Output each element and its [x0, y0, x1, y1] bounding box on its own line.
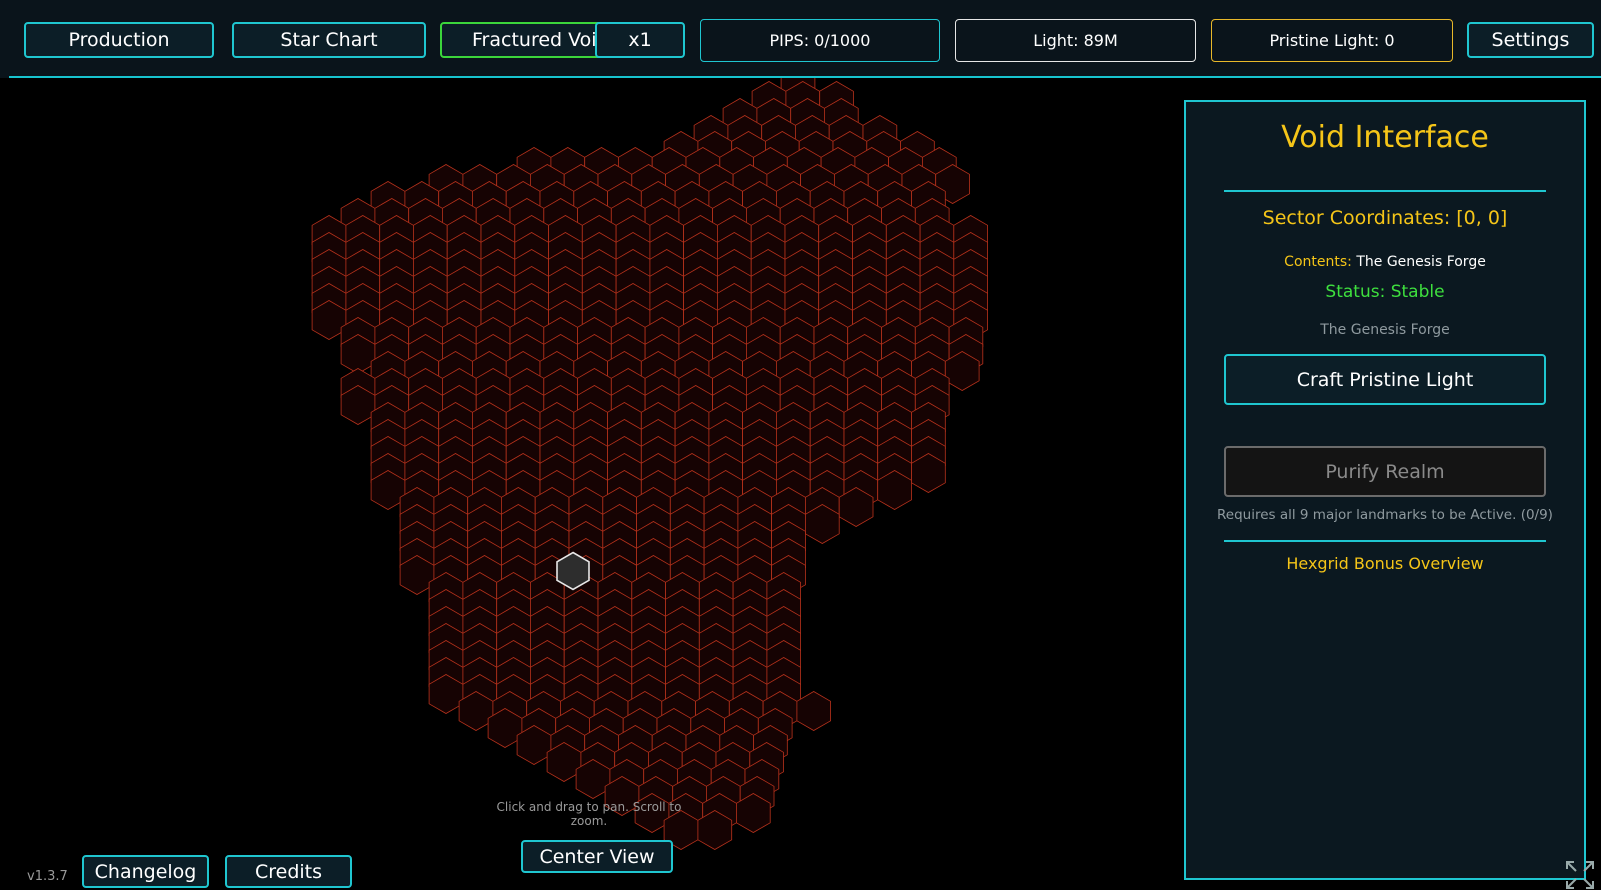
fractured-void-tab[interactable]: Fractured Void	[440, 22, 610, 58]
center-view-button[interactable]: Center View	[521, 840, 673, 873]
production-tab[interactable]: Production	[24, 22, 214, 58]
pips-counter: PIPS: 0/1000	[700, 19, 940, 62]
craft-pristine-light-button[interactable]: Craft Pristine Light	[1224, 354, 1546, 405]
contents-label: Contents:	[1284, 254, 1352, 270]
map-hint: Click and drag to pan. Scroll to zoom.	[496, 800, 682, 828]
settings-button[interactable]: Settings	[1467, 22, 1594, 58]
version-label: v1.3.7	[27, 869, 68, 884]
speed-button[interactable]: x1	[595, 22, 685, 58]
sector-status: Status: Stable	[1325, 282, 1445, 302]
changelog-button[interactable]: Changelog	[82, 855, 209, 888]
purify-requirement-text: Requires all 9 major landmarks to be Act…	[1217, 507, 1553, 523]
hex-map[interactable]	[9, 78, 1184, 890]
pristine-light-counter: Pristine Light: 0	[1211, 19, 1453, 62]
hexgrid-bonus-overview-link[interactable]: Hexgrid Bonus Overview	[1186, 554, 1584, 573]
panel-divider-2	[1224, 540, 1546, 542]
void-interface-panel: Void Interface Sector Coordinates: [0, 0…	[1184, 100, 1586, 880]
panel-divider	[1224, 190, 1546, 192]
hex-map-viewport[interactable]	[9, 78, 1184, 890]
sector-coordinates: Sector Coordinates: [0, 0]	[1262, 207, 1508, 229]
credits-button[interactable]: Credits	[225, 855, 352, 888]
star-chart-tab[interactable]: Star Chart	[232, 22, 426, 58]
light-counter: Light: 89M	[955, 19, 1196, 62]
fullscreen-icon[interactable]	[1565, 860, 1595, 890]
purify-realm-button[interactable]: Purify Realm	[1224, 446, 1546, 497]
hex-cell[interactable]	[796, 691, 831, 731]
sector-contents: Contents: The Genesis Forge	[1186, 254, 1584, 270]
panel-title: Void Interface	[1281, 120, 1489, 155]
hex-cells[interactable]	[311, 78, 988, 850]
landmark-name: The Genesis Forge	[1320, 322, 1450, 338]
contents-value: The Genesis Forge	[1356, 254, 1486, 270]
